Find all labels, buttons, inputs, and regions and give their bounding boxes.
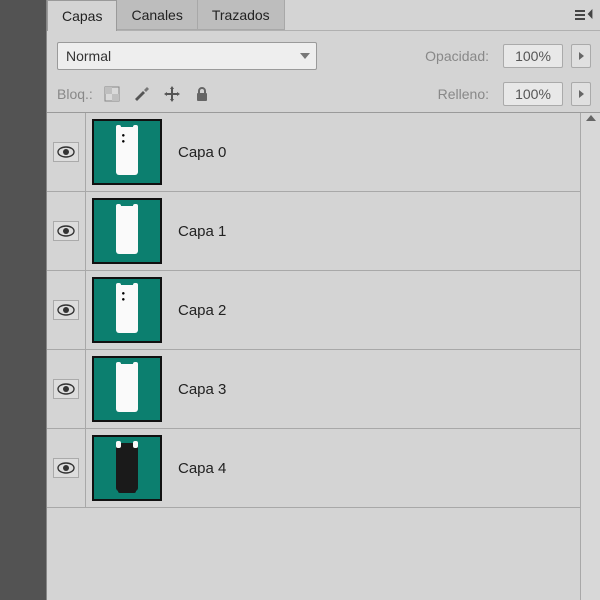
layers-panel: Capas Canales Trazados Normal Opacidad: … [46,0,600,600]
tab-layers[interactable]: Capas [47,0,117,31]
layer-thumbnail[interactable] [86,350,168,428]
layer-thumbnail[interactable]: ● ● [86,113,168,191]
tab-paths[interactable]: Trazados [198,0,285,30]
eye-icon [53,379,79,399]
vertical-scrollbar[interactable] [580,113,600,600]
visibility-toggle[interactable] [47,113,86,191]
layer-name[interactable]: Capa 3 [168,381,581,398]
fill-field[interactable]: 100% [503,82,563,106]
blend-mode-value: Normal [66,48,111,64]
lock-all-button[interactable] [191,83,213,105]
fill-label: Relleno: [438,86,489,102]
tab-channels[interactable]: Canales [117,0,197,30]
opacity-flyout-button[interactable] [571,44,591,68]
layer-name[interactable]: Capa 1 [168,223,581,240]
layer-row[interactable]: Capa 4 [47,429,581,508]
layer-thumbnail[interactable]: ● ● [86,271,168,349]
dropdown-arrow-icon [300,53,310,59]
layer-name[interactable]: Capa 2 [168,302,581,319]
layer-row[interactable]: ● ●Capa 0 [47,113,581,192]
layer-name[interactable]: Capa 4 [168,460,581,477]
opacity-field[interactable]: 100% [503,44,563,68]
flyout-menu-icon[interactable] [575,9,593,21]
opacity-label: Opacidad: [425,48,489,64]
visibility-toggle[interactable] [47,271,86,349]
panel-tabs: Capas Canales Trazados [47,0,600,31]
layer-thumbnail[interactable] [86,429,168,507]
layer-row[interactable]: Capa 3 [47,350,581,429]
lock-label: Bloq.: [57,86,93,102]
eye-icon [53,142,79,162]
blend-mode-select[interactable]: Normal [57,42,317,70]
fill-flyout-button[interactable] [571,82,591,106]
eye-icon [53,458,79,478]
eye-icon [53,300,79,320]
lock-paint-button[interactable] [131,83,153,105]
layers-list: ● ●Capa 0Capa 1● ●Capa 2Capa 3Capa 4 [47,112,600,600]
layer-thumbnail[interactable] [86,192,168,270]
visibility-toggle[interactable] [47,192,86,270]
lock-transparency-button[interactable] [101,83,123,105]
eye-icon [53,221,79,241]
visibility-toggle[interactable] [47,350,86,428]
layer-row[interactable]: Capa 1 [47,192,581,271]
layer-row[interactable]: ● ●Capa 2 [47,271,581,350]
visibility-toggle[interactable] [47,429,86,507]
scroll-up-arrow-icon [586,115,596,121]
layer-name[interactable]: Capa 0 [168,144,581,161]
lock-position-button[interactable] [161,83,183,105]
